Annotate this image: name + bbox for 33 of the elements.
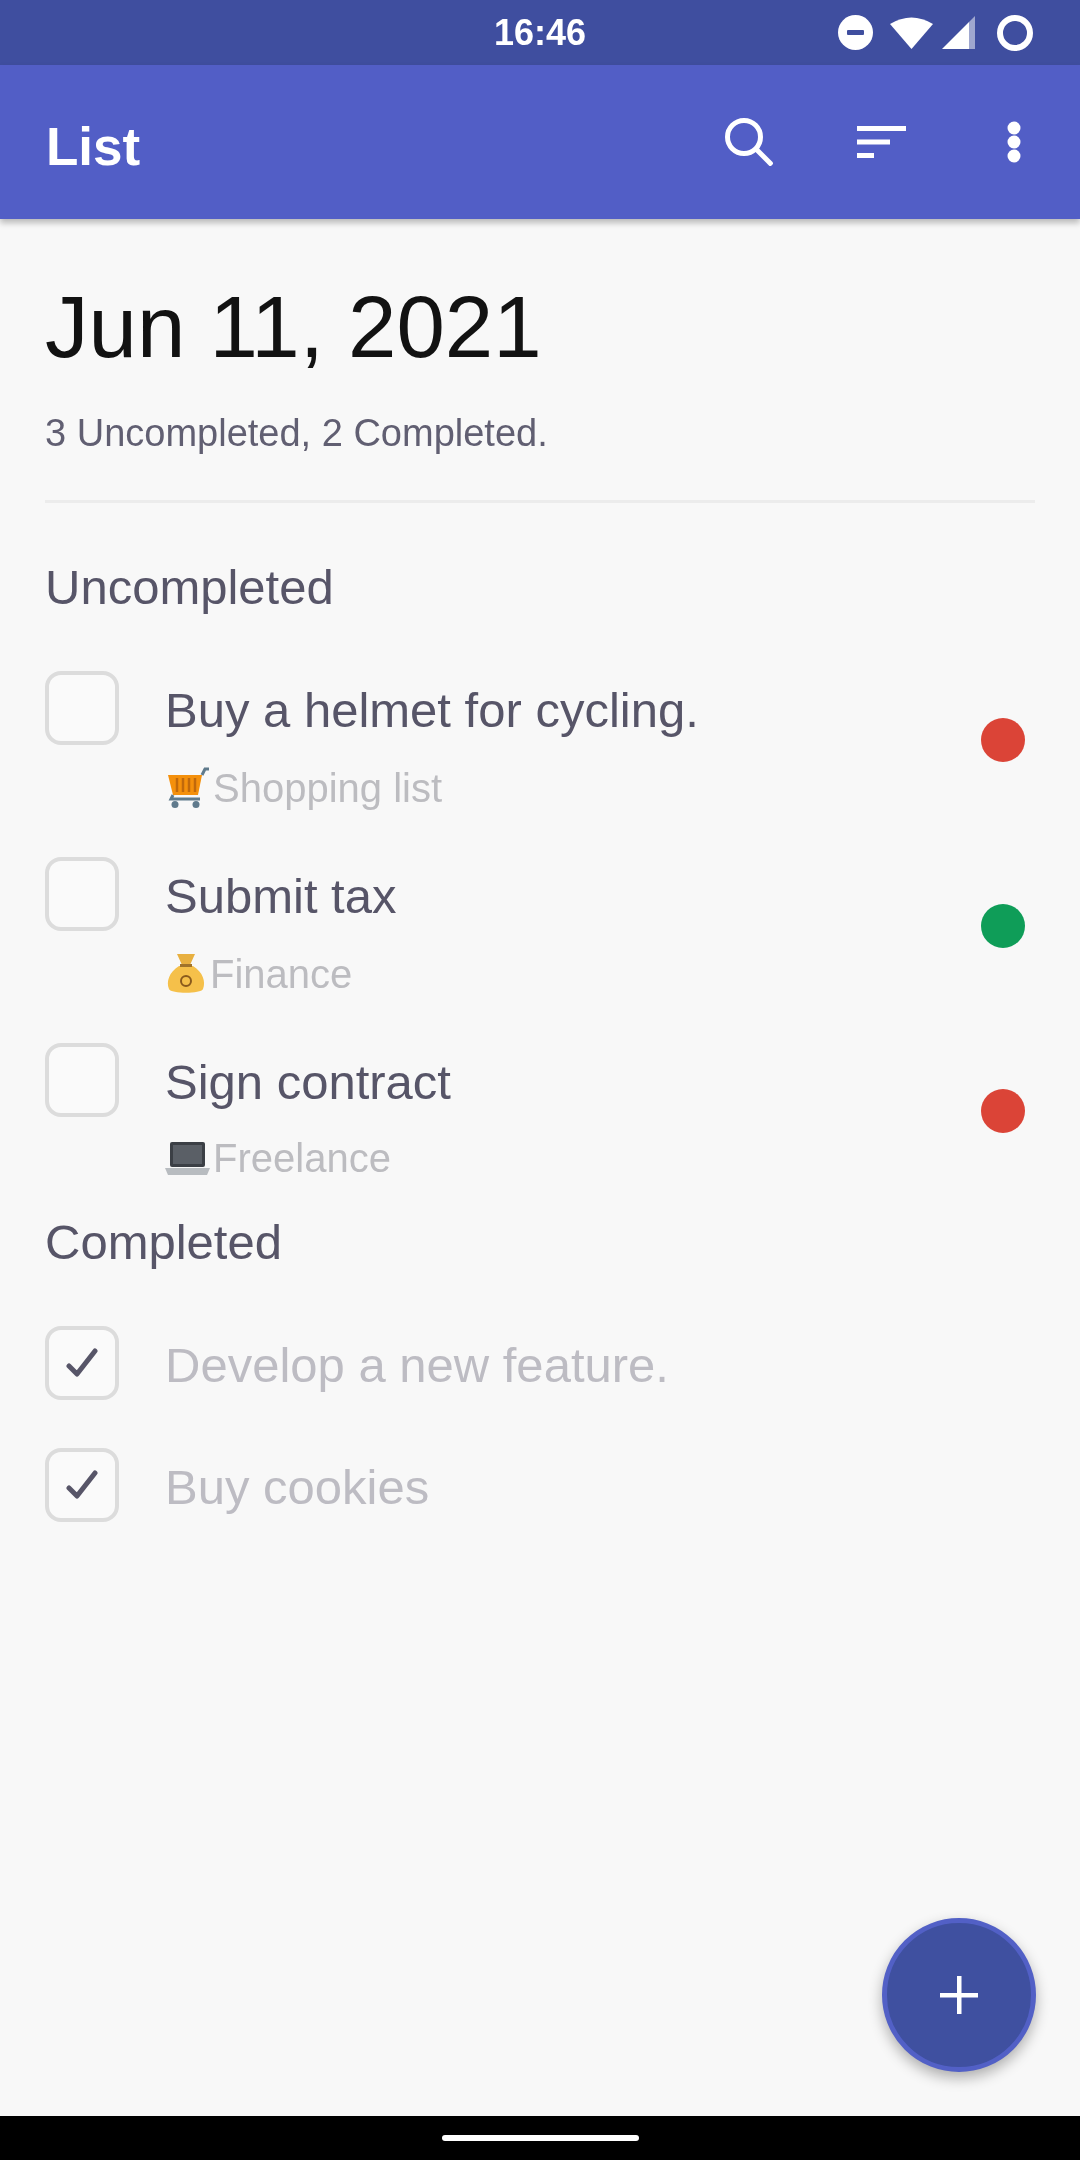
- category-label: Finance: [210, 953, 353, 994]
- checkbox[interactable]: [45, 1043, 119, 1117]
- signal-icon: [942, 16, 975, 49]
- section-heading: Completed: [45, 1218, 282, 1267]
- more-options-icon[interactable]: [1007, 121, 1021, 163]
- ring-icon: [997, 14, 1033, 51]
- task-title: Develop a new feature.: [165, 1341, 669, 1390]
- laptop-icon: [165, 1141, 210, 1175]
- checkmark-icon: [66, 1348, 98, 1378]
- sack-icon: [165, 952, 207, 995]
- status-time: 16:46: [493, 14, 587, 51]
- wifi-icon: [890, 16, 933, 49]
- checkbox[interactable]: [45, 1448, 119, 1522]
- task-title: Sign contract: [165, 1058, 451, 1107]
- checkbox[interactable]: [45, 671, 119, 745]
- section-heading: Uncompleted: [45, 563, 334, 612]
- do-not-disturb-icon: [838, 15, 873, 50]
- category-label: Freelance: [213, 1138, 391, 1178]
- plus-icon: [940, 1976, 978, 2014]
- shopping-cart-icon: [165, 766, 210, 809]
- date-heading: Jun 11, 2021: [45, 283, 542, 370]
- checkbox[interactable]: [45, 1326, 119, 1400]
- search-icon[interactable]: [725, 118, 773, 166]
- checkmark-icon: [66, 1470, 98, 1500]
- checkbox[interactable]: [45, 857, 119, 931]
- task-title: Submit tax: [165, 872, 397, 921]
- category-label: Shopping list: [213, 767, 443, 808]
- sort-icon[interactable]: [857, 126, 906, 158]
- summary-text: 3 Uncompleted, 2 Completed.: [45, 414, 548, 452]
- app-bar-title: List: [46, 119, 141, 173]
- add-button[interactable]: [882, 1918, 1036, 2072]
- task-title: Buy a helmet for cycling.: [165, 686, 699, 735]
- task-title: Buy cookies: [165, 1463, 430, 1512]
